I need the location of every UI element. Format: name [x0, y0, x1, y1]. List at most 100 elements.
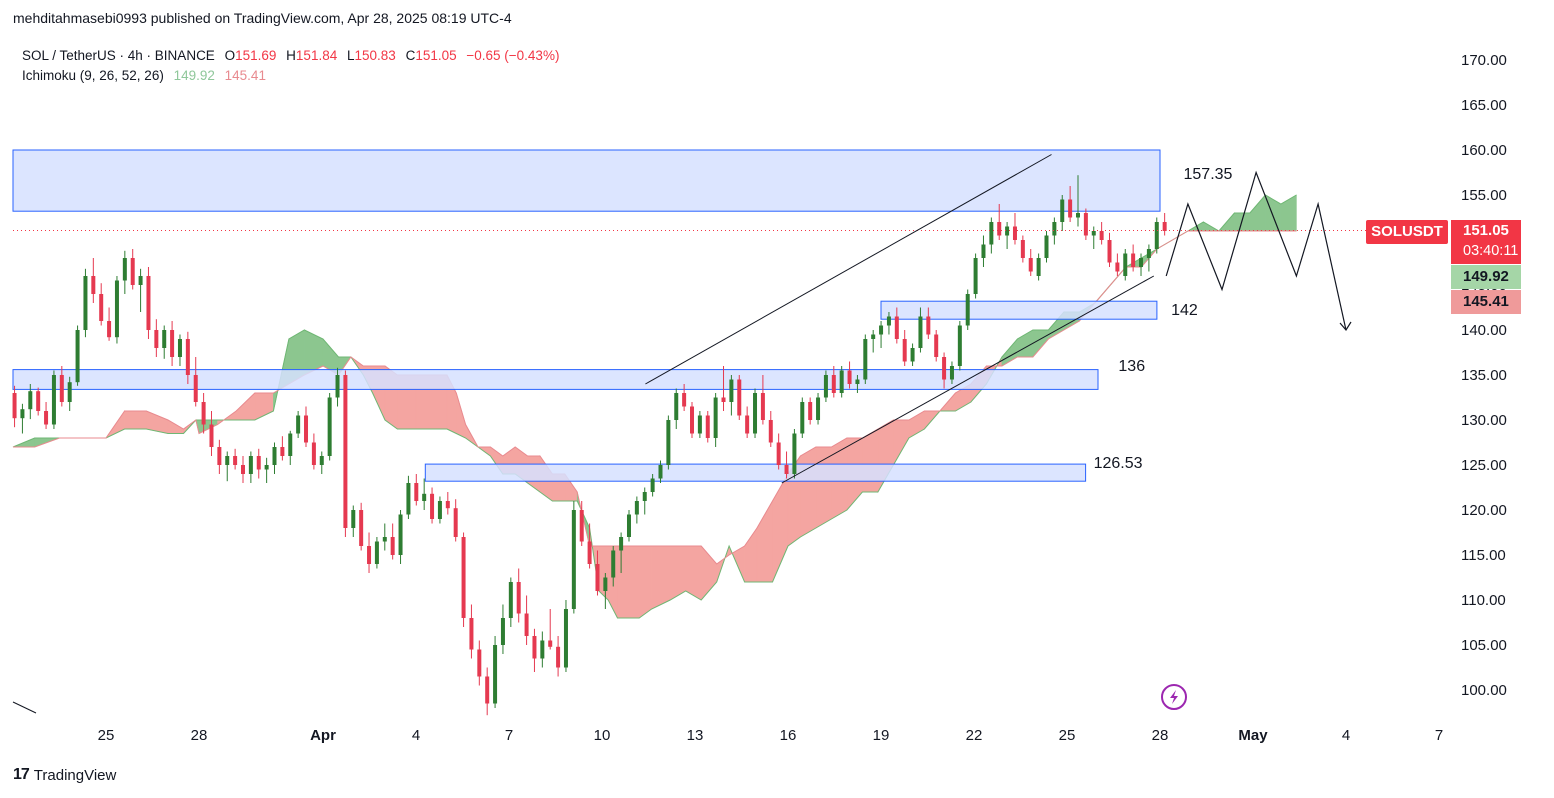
candle-down [311, 442, 316, 465]
candle-up [626, 514, 631, 537]
candle-up [114, 280, 119, 338]
level-label-0: 157.35 [1184, 166, 1233, 183]
candle-up [981, 244, 986, 258]
price-tick-label: 160.00 [1461, 142, 1507, 159]
time-axis[interactable]: 22528Apr4710131619222528May47 [0, 727, 1444, 744]
cloud-bear-segment [700, 545, 718, 601]
candle-down [59, 375, 64, 402]
level-label-2: 136 [1118, 358, 1145, 375]
candle-down [485, 676, 490, 704]
candle-up [1123, 253, 1128, 276]
candle-up [973, 258, 978, 294]
cloud-bear-segment [455, 392, 466, 439]
candle-up [855, 379, 860, 384]
price-axis[interactable]: 100.00 105.00 110.00 115.00 120.00 125.00 130.… [1461, 52, 1507, 699]
time-tick-label: Apr [310, 727, 336, 744]
candle-up [871, 334, 876, 339]
candle-up [83, 276, 88, 330]
candle-up [437, 501, 442, 519]
candle-down [548, 640, 553, 647]
candle-up [1060, 199, 1065, 222]
candle-up [839, 370, 844, 393]
candle-down [690, 406, 695, 434]
candle-down [217, 447, 222, 465]
candle-up [296, 415, 301, 434]
level-label-3: 126.53 [1094, 455, 1143, 472]
candle-up [666, 420, 671, 465]
time-tick-label: 19 [873, 727, 890, 744]
candle-up [634, 501, 639, 515]
cloud-bull-segment [1032, 329, 1049, 358]
cloud-bear-segment [638, 545, 652, 619]
last-price-value: 151.05 [1463, 222, 1509, 239]
time-tick-label: 13 [687, 727, 704, 744]
candle-up [1044, 235, 1049, 258]
candle-up [398, 514, 403, 555]
candle-down [1162, 222, 1167, 231]
cloud-bull-segment [1249, 194, 1266, 232]
time-tick-label: 4 [412, 727, 420, 744]
candle-down [1115, 262, 1120, 272]
candle-up [658, 465, 663, 479]
candle-up [1091, 231, 1096, 236]
candle-up [248, 456, 253, 474]
candle-up [272, 447, 277, 465]
tradingview-wordmark: TradingView [33, 766, 117, 784]
cloud-bear-segment [651, 545, 671, 610]
time-tick-label: 10 [594, 727, 611, 744]
candle-up [327, 397, 332, 456]
candle-up [611, 550, 616, 578]
cloud-bear-segment [862, 428, 879, 493]
candle-down [280, 447, 285, 456]
price-chart[interactable]: 157.35 142 136 126.53 100.00 105.00 110.00 115… [0, 0, 1554, 798]
candle-down [516, 582, 521, 614]
candle-up [642, 492, 647, 501]
candle-down [185, 339, 190, 375]
candle-up [500, 618, 505, 645]
candle-down [942, 357, 947, 380]
candle-up [1154, 222, 1159, 249]
price-tick-label: 135.00 [1461, 367, 1507, 384]
zone-rect-2 [12, 369, 1099, 390]
candle-up [571, 510, 576, 609]
candle-down [587, 541, 592, 564]
candle-up [886, 316, 891, 326]
candle-down [831, 375, 836, 393]
drawing-lines [12, 154, 1445, 714]
candle-down [556, 646, 561, 668]
cloud-bear-segment [744, 527, 758, 583]
price-tick-label: 110.00 [1461, 592, 1506, 609]
zone-rect-3 [424, 463, 1087, 482]
candle-down [12, 393, 17, 419]
candle-down [721, 397, 726, 402]
cloud-bear-segment [235, 392, 256, 421]
candle-down [760, 393, 765, 420]
candle-down [469, 618, 474, 650]
cloud-bull-segment [304, 329, 324, 376]
candle-down [445, 501, 450, 509]
candle-up [918, 316, 923, 348]
candle-up [508, 582, 513, 618]
candle-up [67, 382, 72, 402]
candle-up [563, 609, 568, 668]
candle-down [579, 510, 584, 542]
tradingview-brand[interactable]: 17 TradingView [13, 766, 116, 784]
candle-down [1012, 226, 1017, 240]
time-tick-label: 7 [505, 727, 513, 744]
candle-down [847, 370, 852, 384]
candle-down [304, 415, 309, 443]
candle-down [107, 321, 112, 338]
candle-up [816, 397, 821, 420]
candle-down [1099, 231, 1104, 240]
cloud-bear-segment [167, 419, 184, 434]
candle-up [335, 375, 340, 398]
cloud-bear-segment [800, 446, 817, 538]
candle-up [351, 510, 356, 528]
time-tick-label: 22 [966, 727, 983, 744]
level-label-1: 142 [1171, 302, 1198, 319]
candle-up [823, 375, 828, 398]
tradingview-logo-icon: 17 [13, 766, 30, 783]
senkou-span-b [13, 230, 1297, 565]
candle-up [122, 258, 127, 281]
cloud-bear-segment [756, 499, 773, 583]
